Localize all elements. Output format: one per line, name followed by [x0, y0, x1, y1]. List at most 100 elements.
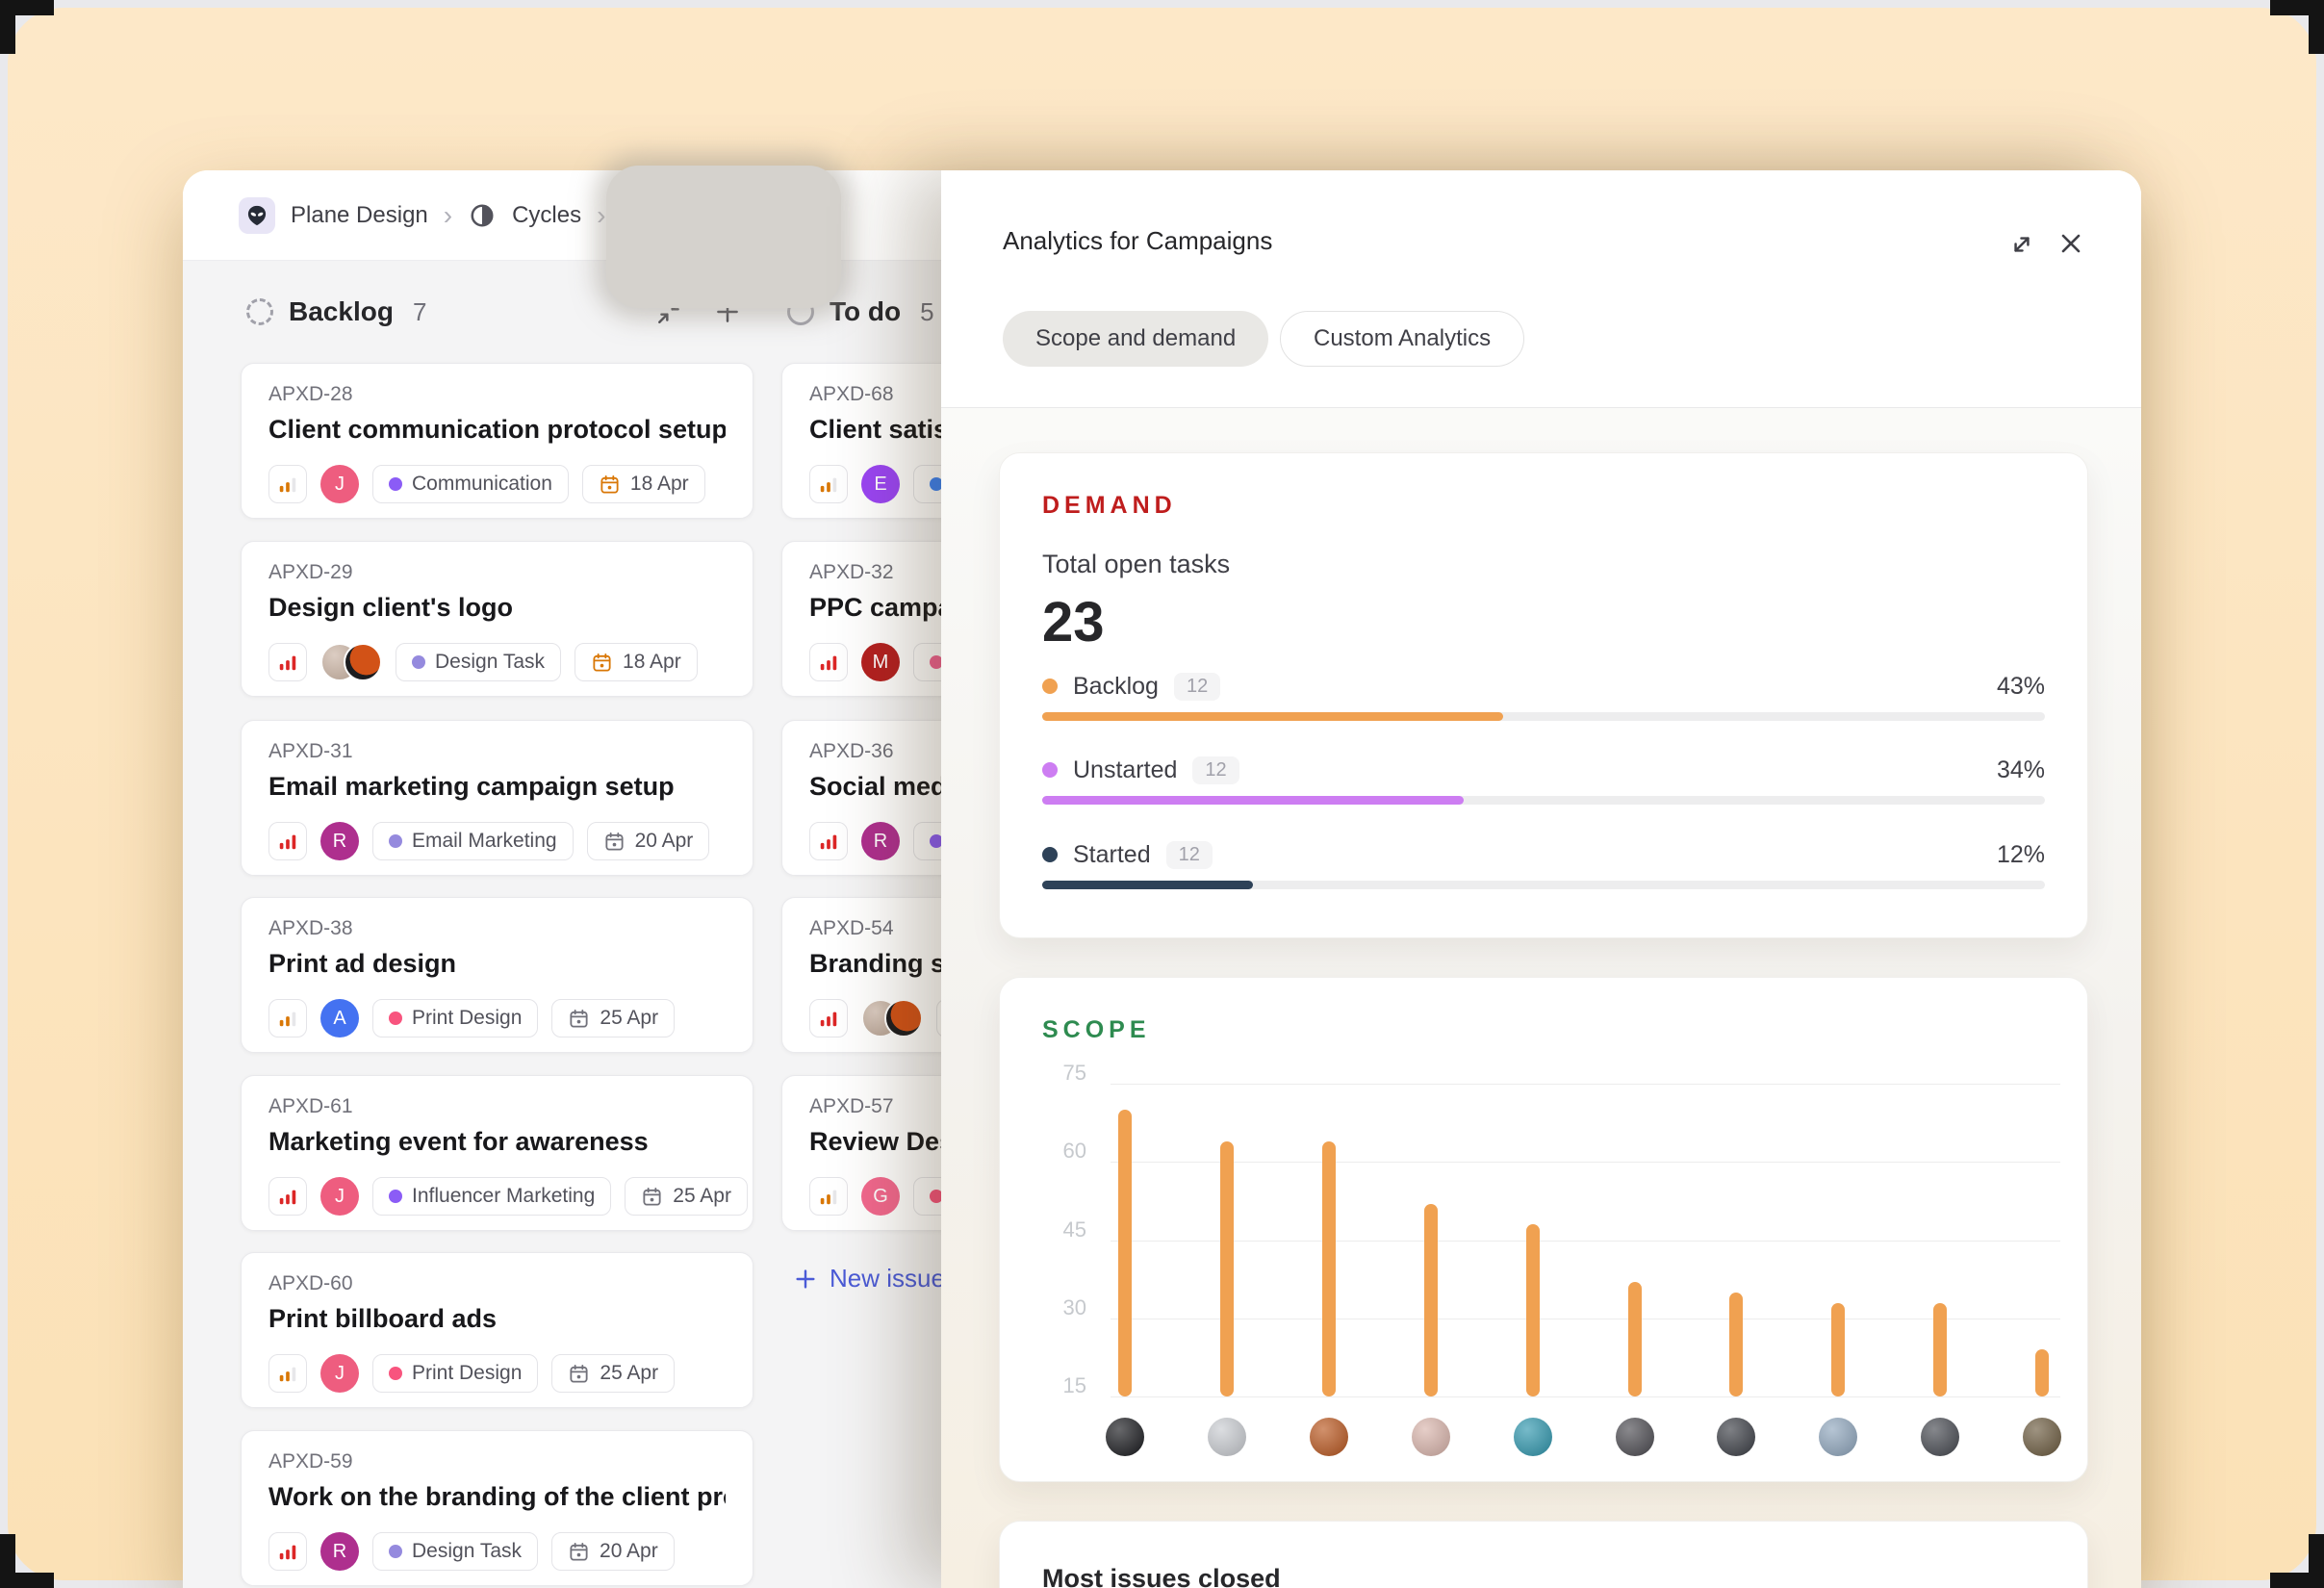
priority-badge[interactable]	[268, 643, 307, 681]
priority-badge[interactable]	[268, 822, 307, 860]
issue-id: APXD-61	[268, 1095, 726, 1118]
alien-icon	[244, 203, 269, 228]
assignee-avatars[interactable]	[320, 643, 382, 681]
state-percent: 43%	[1997, 673, 2045, 701]
scope-bar[interactable]	[1729, 1293, 1743, 1396]
member-avatar[interactable]	[2023, 1418, 2061, 1456]
due-date-text: 20 Apr	[600, 1540, 658, 1563]
issue-card[interactable]: APXD-38 Print ad design A Print Design 2…	[241, 897, 753, 1053]
priority-bars-icon	[277, 1363, 298, 1384]
due-date-badge[interactable]: 25 Apr	[551, 1354, 675, 1393]
due-date-badge[interactable]: 25 Apr	[625, 1177, 748, 1216]
priority-badge[interactable]	[809, 465, 848, 503]
priority-bars-icon	[277, 1186, 298, 1207]
calendar-icon	[568, 1008, 590, 1030]
scope-bar[interactable]	[1118, 1110, 1132, 1396]
priority-badge[interactable]	[809, 643, 848, 681]
issue-badges: J Influencer Marketing 25 Apr	[268, 1177, 748, 1216]
label-badge[interactable]: Design Task	[372, 1532, 538, 1571]
scope-bar[interactable]	[1322, 1141, 1336, 1396]
priority-badge[interactable]	[809, 1177, 848, 1216]
issue-card[interactable]: APXD-29 Design client's logo Design Task	[241, 541, 753, 697]
breadcrumb-project[interactable]: Plane Design	[291, 202, 428, 229]
label-badge[interactable]: Influencer Marketing	[372, 1177, 611, 1216]
workspace-logo-icon[interactable]	[239, 197, 275, 234]
priority-badge[interactable]	[268, 465, 307, 503]
priority-badge[interactable]	[268, 1354, 307, 1393]
priority-badge[interactable]	[268, 999, 307, 1037]
due-date-badge[interactable]: 20 Apr	[551, 1532, 675, 1571]
assignee-avatar[interactable]: E	[861, 465, 900, 503]
scope-bar[interactable]	[1526, 1224, 1540, 1396]
state-progress-track	[1042, 881, 2045, 889]
y-axis-tick-label: 75	[1034, 1061, 1086, 1086]
issue-card[interactable]: APXD-60 Print billboard ads J Print Desi…	[241, 1252, 753, 1408]
member-avatar[interactable]	[1514, 1418, 1552, 1456]
new-issue-button[interactable]: New issue	[793, 1264, 945, 1293]
assignee-avatar[interactable]: M	[861, 643, 900, 681]
issue-card[interactable]: APXD-61 Marketing event for awareness J …	[241, 1075, 753, 1231]
expand-modal-icon[interactable]	[2007, 230, 2036, 264]
scope-bar[interactable]	[2035, 1349, 2049, 1396]
label-badge[interactable]: Print Design	[372, 999, 538, 1037]
label-badge[interactable]: Print Design	[372, 1354, 538, 1393]
analytics-modal-header: Analytics for Campaigns Scope and demand…	[941, 170, 2141, 408]
priority-badge[interactable]	[809, 822, 848, 860]
member-avatar[interactable]	[1819, 1418, 1857, 1456]
tab-custom-analytics[interactable]: Custom Analytics	[1280, 311, 1524, 367]
assignee-avatar[interactable]: A	[320, 999, 359, 1037]
issue-title: Design client's logo	[268, 593, 726, 623]
state-count-badge: 12	[1174, 673, 1220, 701]
assignee-avatar[interactable]: J	[320, 465, 359, 503]
y-axis-tick-label: 30	[1034, 1295, 1086, 1320]
label-badge[interactable]: Communication	[372, 465, 569, 503]
scope-bar[interactable]	[1424, 1204, 1438, 1396]
label-dot-icon	[389, 477, 402, 491]
assignee-avatar[interactable]: R	[320, 1532, 359, 1571]
assignee-avatar[interactable]: R	[861, 822, 900, 860]
due-date-text: 25 Apr	[600, 1007, 658, 1030]
member-avatar[interactable]	[1921, 1418, 1959, 1456]
issue-card[interactable]: APXD-59 Work on the branding of the clie…	[241, 1430, 753, 1586]
state-progress-track	[1042, 796, 2045, 805]
most-issues-title: Most issues closed	[1042, 1564, 1281, 1588]
close-modal-icon[interactable]	[2056, 228, 2086, 264]
issue-badges: R Design Task 20 Apr	[268, 1532, 675, 1571]
due-date-badge[interactable]: 18 Apr	[582, 465, 705, 503]
member-avatar[interactable]	[1412, 1418, 1450, 1456]
due-date-badge[interactable]: 20 Apr	[587, 822, 710, 860]
member-avatar[interactable]	[1616, 1418, 1654, 1456]
member-avatar[interactable]	[1208, 1418, 1246, 1456]
issue-card[interactable]: APXD-31 Email marketing campaign setup R…	[241, 720, 753, 876]
scope-bar[interactable]	[1628, 1282, 1642, 1396]
scope-bar[interactable]	[1220, 1141, 1234, 1396]
priority-badge[interactable]	[268, 1532, 307, 1571]
member-avatar[interactable]	[1717, 1418, 1755, 1456]
backlog-state-icon	[246, 298, 273, 325]
member-avatar[interactable]	[1310, 1418, 1348, 1456]
state-progress-fill	[1042, 712, 1503, 721]
campaigns-dropdown-highlight	[606, 166, 841, 308]
scope-bar[interactable]	[1831, 1303, 1845, 1397]
column-name: Backlog	[289, 296, 394, 327]
due-date-badge[interactable]: 25 Apr	[551, 999, 675, 1037]
tab-scope-and-demand[interactable]: Scope and demand	[1003, 311, 1268, 367]
state-dot-icon	[1042, 847, 1058, 862]
calendar-icon	[603, 831, 626, 853]
assignee-avatar[interactable]: R	[320, 822, 359, 860]
priority-badge[interactable]	[268, 1177, 307, 1216]
assignee-avatar[interactable]: G	[861, 1177, 900, 1216]
member-avatar[interactable]	[1106, 1418, 1144, 1456]
label-badge[interactable]: Design Task	[396, 643, 561, 681]
assignee-avatar[interactable]: J	[320, 1177, 359, 1216]
due-date-badge[interactable]: 18 Apr	[575, 643, 698, 681]
assignee-avatars[interactable]	[861, 999, 923, 1037]
crop-mark-bottom-left	[0, 1534, 54, 1588]
assignee-avatar[interactable]: J	[320, 1354, 359, 1393]
scope-bar[interactable]	[1933, 1303, 1947, 1397]
issue-card[interactable]: APXD-28 Client communication protocol se…	[241, 363, 753, 519]
demand-row: Backlog 12 43%	[1042, 670, 2045, 703]
label-badge[interactable]: Email Marketing	[372, 822, 574, 860]
breadcrumb-section[interactable]: Cycles	[512, 202, 581, 229]
priority-badge[interactable]	[809, 999, 848, 1037]
